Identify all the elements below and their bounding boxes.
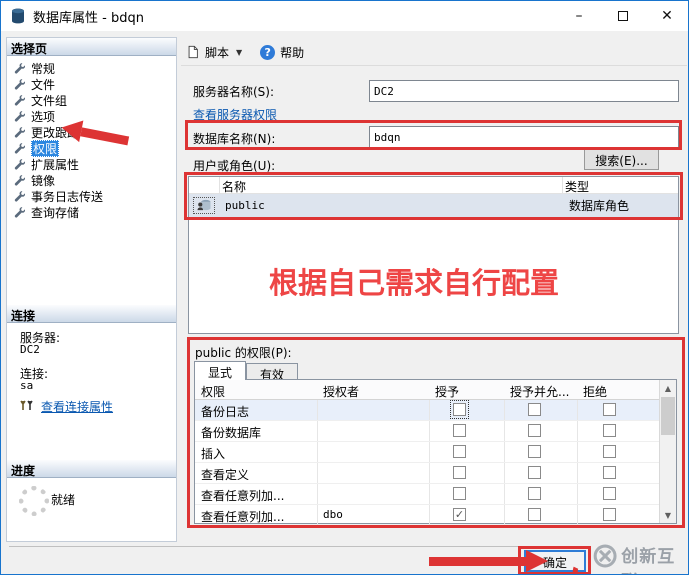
title-bar: 数据库属性 - bdqn – ✕ [1, 1, 688, 31]
server-value: DC2 [20, 343, 40, 356]
sidebar-item-general[interactable]: 常规 [13, 60, 171, 76]
footer-divider [9, 546, 587, 547]
sidebar-item-extended-properties[interactable]: 扩展属性 [13, 156, 171, 172]
annotation-text: 根据自己需求自行配置 [269, 266, 560, 300]
sidebar-item-mirroring[interactable]: 镜像 [13, 172, 171, 188]
help-icon: ? [260, 44, 276, 60]
close-button[interactable]: ✕ [646, 1, 688, 31]
progress-spinner-icon [19, 486, 49, 516]
wrench-icon [14, 191, 25, 202]
dialog-toolbar: 脚本 ▼ ? 帮助 [181, 39, 687, 66]
wrench-icon [14, 143, 25, 154]
wrench-icon [14, 175, 25, 186]
maximize-icon [618, 11, 628, 21]
view-connection-properties-link[interactable]: 查看连接属性 [41, 398, 113, 415]
wrench-icon [14, 127, 25, 138]
search-button[interactable]: 搜索(E)... [584, 148, 659, 170]
maximize-button[interactable] [602, 1, 644, 31]
connection-header: 连接 [7, 305, 176, 323]
chevron-down-icon: ▼ [236, 47, 243, 57]
watermark-brand: 创新互联 [621, 547, 676, 574]
progress-status: 就绪 [51, 493, 76, 507]
sidebar-item-query-store[interactable]: 查询存储 [13, 204, 171, 220]
annotation-rect-database-name [185, 120, 682, 150]
wrench-icon [14, 111, 25, 122]
server-name-label: 服务器名称(S): [193, 85, 275, 99]
wrench-icon [14, 95, 25, 106]
window-title: 数据库属性 - bdqn [33, 10, 144, 26]
progress-header: 进度 [7, 460, 176, 478]
minimize-button[interactable]: – [558, 1, 600, 31]
sidebar-item-log-shipping[interactable]: 事务日志传送 [13, 188, 171, 204]
sidebar: 选择页 常规 文件 文件组 选项 更改跟踪 权限 扩展属性 镜像 事务日志传送 … [6, 37, 177, 542]
server-name-field[interactable] [369, 80, 679, 102]
connection-value: sa [20, 379, 34, 392]
wrench-icon [14, 63, 25, 74]
wrench-icon [14, 207, 25, 218]
select-page-header: 选择页 [7, 38, 176, 56]
annotation-rect-users [184, 172, 683, 220]
sidebar-item-files[interactable]: 文件 [13, 76, 171, 92]
annotation-rect-permissions [187, 337, 685, 528]
sidebar-item-filegroups[interactable]: 文件组 [13, 92, 171, 108]
script-button[interactable]: 脚本 ▼ [181, 41, 247, 64]
script-icon [188, 45, 198, 59]
watermark: 创新互联 CHUANGXIN HULIAN [593, 542, 688, 574]
annotation-arrow-ok [429, 550, 548, 572]
database-icon [11, 8, 25, 24]
wrench-icon [14, 159, 25, 170]
connection-properties-icon [20, 400, 33, 410]
watermark-logo-icon [593, 544, 617, 568]
wrench-icon [14, 79, 25, 90]
database-properties-dialog: 数据库属性 - bdqn – ✕ 选择页 常规 文件 文件组 选项 更改跟踪 权… [0, 0, 689, 575]
help-button[interactable]: ? 帮助 [255, 41, 309, 64]
